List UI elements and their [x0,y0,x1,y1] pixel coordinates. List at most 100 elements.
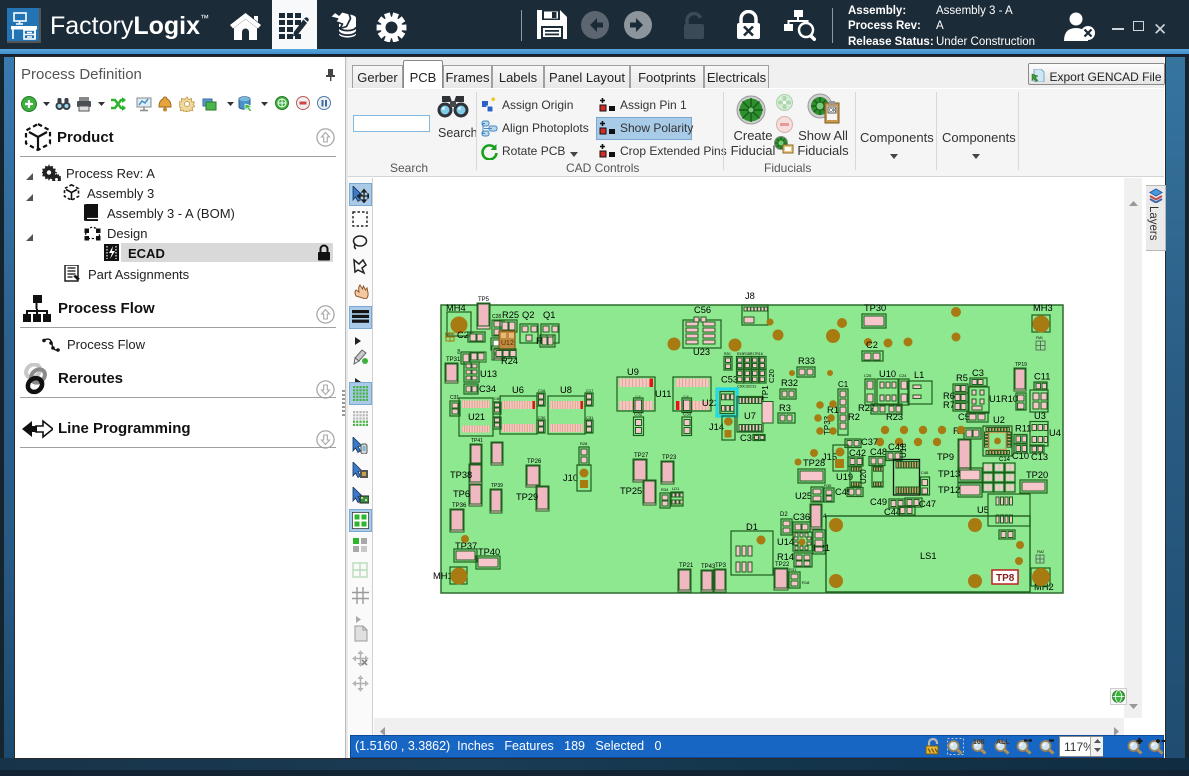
svg-text:C24: C24 [899,373,907,378]
svg-text:C34: C34 [479,384,496,394]
svg-text:LS1: LS1 [920,551,937,561]
svg-text:U3: U3 [1034,411,1046,421]
svg-text:Q2: Q2 [522,310,534,320]
svg-text:R24: R24 [501,356,518,366]
svg-text:R30: R30 [724,352,730,356]
svg-text:TP23: TP23 [662,455,677,461]
svg-text:U12: U12 [501,340,514,347]
svg-text:C31: C31 [586,415,594,420]
svg-text:R18: R18 [802,580,810,585]
svg-text:TP9: TP9 [937,452,954,462]
svg-text:C37: C37 [861,437,878,447]
svg-text:U1: U1 [989,394,1001,404]
svg-text:U4: U4 [1049,428,1061,438]
svg-text:R8: R8 [456,348,461,354]
svg-text:C30: C30 [538,415,546,420]
svg-text:R35: R35 [824,483,832,488]
svg-text:U7: U7 [744,411,756,421]
svg-text:J8: J8 [745,291,755,301]
svg-text:C36: C36 [793,512,810,522]
svg-text:U21: U21 [468,412,485,422]
svg-text:R34: R34 [661,487,669,492]
svg-text:C28: C28 [492,314,501,320]
svg-text:U9: U9 [627,367,639,377]
svg-text:R14: R14 [777,552,794,562]
svg-text:C56: C56 [694,305,711,315]
svg-text:TP29: TP29 [516,492,538,502]
svg-text:TP31: TP31 [446,357,461,363]
svg-text:C17: C17 [586,388,594,393]
svg-text:C2: C2 [866,340,878,350]
svg-text:C1: C1 [838,380,849,389]
svg-text:TP22: TP22 [775,562,790,568]
svg-text:TP3: TP3 [715,563,727,569]
svg-text:C48: C48 [870,447,887,457]
svg-text:C53: C53 [721,375,738,385]
svg-text:TP1: TP1 [761,385,770,400]
svg-text:U20: U20 [859,469,868,484]
svg-text:C16: C16 [538,388,546,393]
svg-text:R28: R28 [580,441,588,446]
svg-text:J10: J10 [563,473,578,483]
svg-text:U2: U2 [993,415,1005,425]
svg-text:TP41: TP41 [471,438,483,444]
svg-text:R32: R32 [781,378,798,388]
svg-text:R19R18R17R16: R19R18R17R16 [737,352,763,356]
svg-text:U14: U14 [777,537,794,547]
svg-text:TP26: TP26 [527,459,542,465]
svg-text:R2: R2 [848,412,860,422]
svg-text:TP21: TP21 [679,563,694,569]
svg-text:U5: U5 [977,505,989,515]
svg-text:R31: R31 [789,567,797,572]
svg-text:U18: U18 [899,443,908,458]
svg-text:TP5: TP5 [478,297,490,303]
svg-text:LD1: LD1 [672,486,680,491]
svg-text:TP12: TP12 [938,485,960,495]
svg-text:FM2: FM2 [1037,550,1044,554]
svg-text:C25: C25 [864,373,872,378]
svg-text:R3: R3 [779,403,791,413]
svg-text:C5: C5 [958,412,970,422]
svg-text:D2: D2 [780,512,788,518]
svg-text:U11: U11 [655,389,671,399]
svg-text:TP19: TP19 [1015,362,1027,368]
svg-text:C32: C32 [634,412,643,417]
svg-text:C18: C18 [635,395,641,399]
svg-text:TP39: TP39 [491,483,503,489]
svg-text:TP13: TP13 [938,469,960,479]
svg-text:C33: C33 [683,412,692,417]
svg-text:C18: C18 [683,395,689,399]
svg-text:R33: R33 [798,356,815,366]
svg-text:C14: C14 [999,457,1011,463]
svg-text:TP20: TP20 [1026,470,1048,480]
svg-text:TP8: TP8 [996,573,1015,584]
svg-text:C30C32C31: C30C32C31 [737,385,756,389]
svg-text:C31: C31 [450,395,459,401]
svg-text:TP6: TP6 [453,489,470,499]
svg-text:TP30: TP30 [864,303,886,313]
svg-text:U13: U13 [480,369,497,379]
svg-text:U8: U8 [560,385,572,395]
svg-text:TP38: TP38 [450,470,472,480]
svg-text:R25: R25 [502,310,519,320]
svg-text:C20: C20 [767,369,776,383]
svg-text:C10: C10 [1012,451,1029,461]
svg-text:Q1: Q1 [543,310,555,320]
svg-text:C49: C49 [870,497,887,507]
svg-text:MH4: MH4 [446,303,466,313]
svg-text:U25: U25 [795,491,812,501]
svg-text:FM1: FM1 [1036,336,1043,340]
svg-text:TP36: TP36 [452,503,467,509]
svg-text:TP25: TP25 [620,486,642,496]
svg-text:C11: C11 [1034,372,1050,382]
svg-text:TP28: TP28 [803,458,825,468]
svg-text:U10: U10 [879,369,896,379]
svg-text:MH3: MH3 [1033,303,1053,313]
svg-text:L1: L1 [914,370,924,380]
svg-text:R23: R23 [886,412,903,422]
svg-text:C3: C3 [972,368,984,378]
svg-text:U6: U6 [512,385,524,395]
svg-text:R5: R5 [956,373,968,383]
svg-text:C46: C46 [921,470,929,475]
svg-text:TP27: TP27 [634,453,649,459]
